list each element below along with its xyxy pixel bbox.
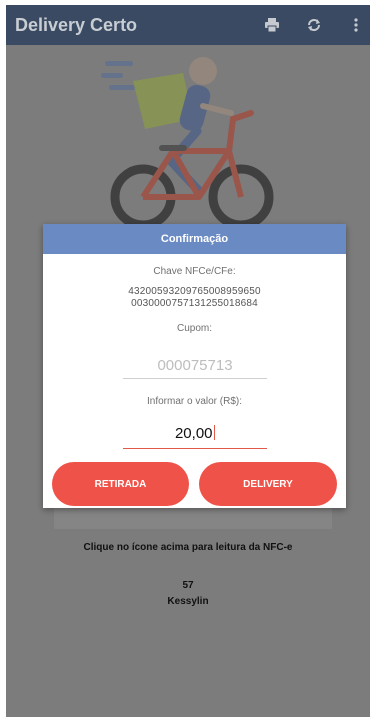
delivery-button[interactable]: DELIVERY bbox=[199, 462, 337, 506]
scan-hint-text: Clique no ícone acima para leitura da NF… bbox=[83, 542, 293, 553]
text-cursor bbox=[213, 425, 216, 440]
value-input[interactable]: 20,00 bbox=[123, 425, 267, 449]
delivery-bike-illustration bbox=[101, 57, 274, 230]
key-value-line2: 0030000757131255018684 bbox=[131, 298, 258, 309]
value-label: Informar o valor (R$): bbox=[146, 396, 243, 407]
printer-icon[interactable] bbox=[258, 5, 286, 45]
app-screen: Delivery Certo Clique no ícone acima par… bbox=[6, 5, 370, 717]
value-text: 20,00 bbox=[174, 425, 213, 442]
sync-icon[interactable] bbox=[300, 5, 328, 45]
key-label: Chave NFCe/CFe: bbox=[153, 266, 236, 277]
app-bar: Delivery Certo bbox=[6, 5, 370, 45]
dialog-title: Confirmação bbox=[43, 224, 346, 254]
key-value-line1: 43200593209765008959650 bbox=[128, 286, 261, 297]
more-vert-icon[interactable] bbox=[342, 5, 370, 45]
coupon-field[interactable]: 000075713 bbox=[123, 357, 267, 379]
confirmation-dialog: Confirmação Chave NFCe/CFe: 432005932097… bbox=[43, 224, 346, 508]
user-name: Kessylin bbox=[167, 596, 209, 607]
coupon-label: Cupom: bbox=[176, 323, 212, 334]
pickup-button[interactable]: RETIRADA bbox=[52, 462, 189, 506]
app-title: Delivery Certo bbox=[15, 14, 138, 35]
number-text: 57 bbox=[182, 580, 194, 591]
